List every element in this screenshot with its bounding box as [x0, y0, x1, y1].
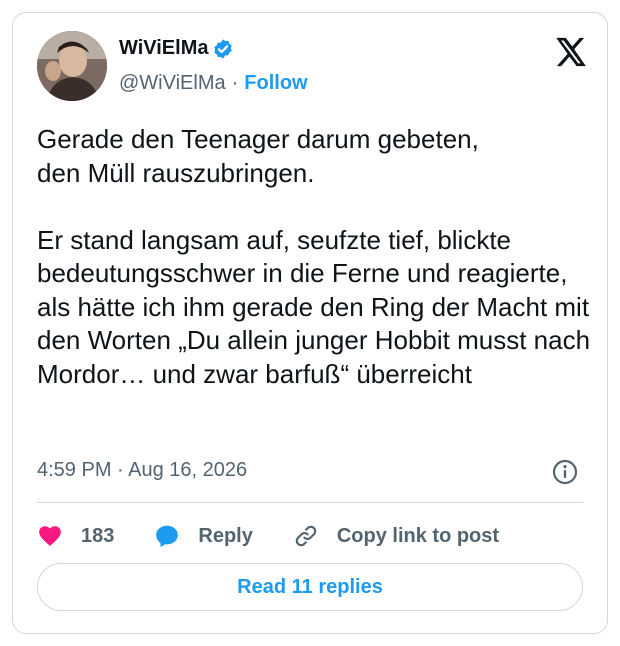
divider [37, 502, 583, 503]
info-icon[interactable] [551, 458, 579, 486]
link-icon [295, 525, 317, 547]
reply-label: Reply [198, 524, 253, 547]
copy-link-button[interactable]: Copy link to post [293, 523, 499, 549]
actions-bar: 183 Reply Copy link to post [37, 518, 539, 554]
name-row: WiViElMa [119, 37, 234, 60]
tweet-timestamp[interactable]: 4:59 PM · Aug 16, 2026 [37, 459, 247, 482]
user-handle[interactable]: @WiViElMa [119, 72, 226, 95]
read-replies-button[interactable]: Read 11 replies [37, 563, 583, 611]
reply-bubble-icon [156, 525, 179, 548]
tweet-text: Gerade den Teenager darum gebeten, den M… [37, 124, 591, 389]
copy-link-label: Copy link to post [336, 524, 500, 547]
separator-dot: · [231, 72, 239, 94]
avatar[interactable] [37, 31, 107, 101]
verified-badge-icon [212, 38, 234, 60]
reply-button[interactable]: Reply [154, 523, 253, 549]
like-count: 183 [81, 524, 115, 547]
tweet-card: WiViElMa @WiViElMa · Follow Gerade den T… [12, 12, 608, 634]
handle-row: @WiViElMa · Follow [119, 72, 308, 95]
x-logo-icon[interactable] [553, 35, 587, 69]
heart-icon [39, 526, 61, 546]
display-name[interactable]: WiViElMa [119, 37, 208, 60]
follow-button[interactable]: Follow [244, 72, 307, 95]
like-button[interactable]: 183 [37, 523, 114, 549]
